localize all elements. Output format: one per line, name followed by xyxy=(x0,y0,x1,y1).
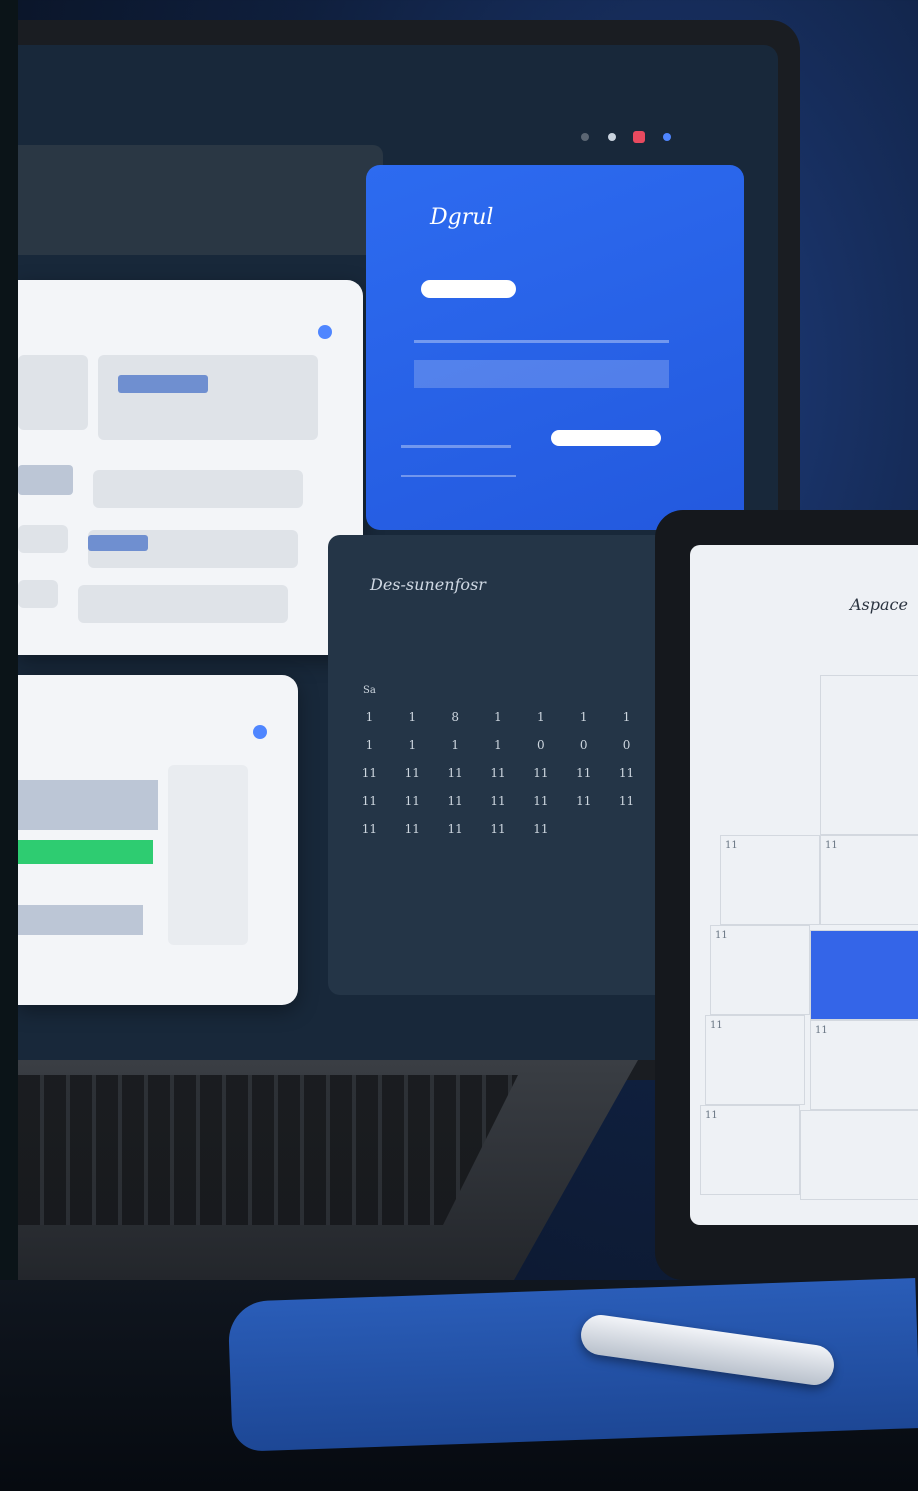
calendar-cell[interactable] xyxy=(820,675,918,835)
settings-icon[interactable] xyxy=(253,725,267,739)
calendar-day[interactable]: 11 xyxy=(434,822,477,836)
card-button[interactable] xyxy=(551,430,661,446)
calendar-day[interactable]: 11 xyxy=(391,766,434,780)
calendar-cell[interactable]: 11 xyxy=(720,835,820,925)
account-card: Dgrul xyxy=(366,165,744,530)
left-edge xyxy=(0,0,18,1491)
calendar-day[interactable]: 11 xyxy=(348,822,391,836)
calendar-day[interactable]: 1 xyxy=(434,738,477,752)
calendar-day[interactable]: 11 xyxy=(391,794,434,808)
calendar-title: Des-sunenfosr xyxy=(370,575,486,594)
calendar-day[interactable]: 0 xyxy=(605,738,648,752)
calendar-day[interactable]: 11 xyxy=(348,794,391,808)
calendar-day[interactable]: 11 xyxy=(519,766,562,780)
calendar-day[interactable]: 1 xyxy=(348,738,391,752)
status-dot-icon xyxy=(581,133,589,141)
weekday-label xyxy=(391,685,434,696)
calendar-day[interactable]: 11 xyxy=(605,794,648,808)
calendar-day[interactable]: 11 xyxy=(519,794,562,808)
calendar-day[interactable]: 11 xyxy=(348,766,391,780)
tablet-title: Aspace xyxy=(850,595,908,614)
tablet-screen: Aspace 11 11 11 11 11 11 xyxy=(690,545,918,1225)
calendar-day[interactable]: 11 xyxy=(562,794,605,808)
calendar-day[interactable]: 8 xyxy=(434,710,477,724)
calendar-cell-selected[interactable] xyxy=(810,930,918,1020)
status-icons xyxy=(563,127,763,147)
calendar-day[interactable]: 11 xyxy=(477,794,520,808)
calendar-day[interactable]: 1 xyxy=(562,710,605,724)
calendar-day[interactable]: 1 xyxy=(391,738,434,752)
header-placeholder xyxy=(18,145,383,255)
calendar-day[interactable]: 11 xyxy=(477,766,520,780)
calendar-day[interactable] xyxy=(562,822,605,836)
calendar-cell[interactable]: 11 xyxy=(820,835,918,925)
weekday-label xyxy=(562,685,605,696)
weekday-label xyxy=(434,685,477,696)
weekday-label xyxy=(605,685,648,696)
calendar-day[interactable]: 11 xyxy=(605,766,648,780)
calendar-grid: Sa 1 1 8 1 1 1 1 1 1 1 1 0 0 0 11 11 11 11 11 11 11 11 11 11 11 11… xyxy=(348,685,648,836)
cloud-icon xyxy=(663,133,671,141)
calendar-day[interactable] xyxy=(605,822,648,836)
form-panel xyxy=(18,280,363,655)
calendar-day[interactable]: 11 xyxy=(562,766,605,780)
calendar-day[interactable]: 11 xyxy=(477,822,520,836)
calendar-day[interactable]: 11 xyxy=(434,794,477,808)
calendar-cell[interactable] xyxy=(800,1110,918,1200)
chart-panel xyxy=(18,675,298,1005)
calendar-cell[interactable]: 11 xyxy=(705,1015,805,1105)
calendar-day[interactable]: 1 xyxy=(477,738,520,752)
calendar-cell[interactable]: 11 xyxy=(810,1020,918,1110)
keyboard xyxy=(18,1075,518,1225)
weekday-label xyxy=(519,685,562,696)
calendar-day[interactable]: 1 xyxy=(519,710,562,724)
calendar-cell[interactable]: 11 xyxy=(710,925,810,1015)
card-title: Dgrul xyxy=(430,205,494,230)
calendar-day[interactable]: 1 xyxy=(605,710,648,724)
status-dot-icon xyxy=(608,133,616,141)
calendar-day[interactable]: 1 xyxy=(348,710,391,724)
calendar-day[interactable]: 11 xyxy=(391,822,434,836)
notification-icon[interactable] xyxy=(633,131,645,143)
calendar-day[interactable]: 0 xyxy=(562,738,605,752)
calendar-cell[interactable]: 11 xyxy=(700,1105,800,1195)
calendar-card: Des-sunenfosr Sa 1 1 8 1 1 1 1 1 1 1 1 0 0 0 11 11 11 11 11… xyxy=(328,535,688,995)
weekday-label: Sa xyxy=(363,685,376,696)
weekday-label xyxy=(477,685,520,696)
settings-icon[interactable] xyxy=(318,325,332,339)
calendar-day[interactable]: 11 xyxy=(519,822,562,836)
calendar-day[interactable]: 11 xyxy=(434,766,477,780)
calendar-day[interactable]: 1 xyxy=(477,710,520,724)
calendar-day[interactable]: 1 xyxy=(391,710,434,724)
card-input[interactable] xyxy=(421,280,516,298)
calendar-day[interactable]: 0 xyxy=(519,738,562,752)
